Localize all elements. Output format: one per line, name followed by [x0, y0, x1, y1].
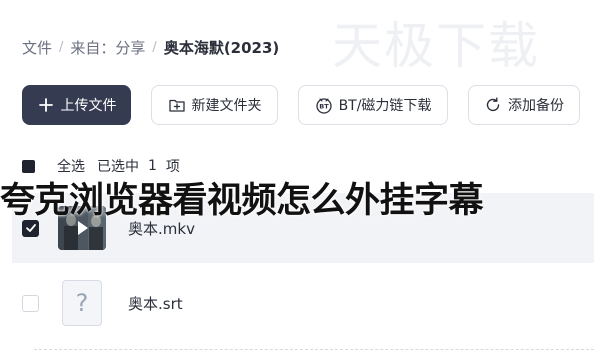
file-row[interactable]: ? 奥本.srt [12, 268, 594, 338]
breadcrumb-item-current-folder: 奥本海默(2023) [163, 38, 280, 57]
sync-icon [484, 96, 502, 114]
add-backup-button[interactable]: 添加备份 [468, 85, 580, 125]
bt-icon: BT [315, 96, 333, 114]
selection-bar: 全选 已选中 1 项 [22, 156, 180, 176]
breadcrumb: 文件 / 来自：分享 / 奥本海默(2023) [22, 36, 279, 58]
svg-text:BT: BT [319, 103, 329, 111]
selected-text: 已选中 [97, 159, 139, 175]
select-all-label[interactable]: 全选 [57, 156, 85, 176]
upload-button[interactable]: 上传文件 [22, 85, 131, 125]
select-all-checkbox[interactable] [22, 159, 35, 173]
bt-download-button[interactable]: BT BT/磁力链下载 [298, 85, 448, 125]
selected-count: 1 [148, 158, 157, 174]
breadcrumb-item-shared[interactable]: 来自：分享 [70, 37, 145, 58]
selected-unit: 项 [165, 159, 180, 175]
overlay-caption: 夸克浏览器看视频怎么外挂字幕 [0, 181, 484, 221]
breadcrumb-item-files[interactable]: 文件 [22, 37, 52, 58]
breadcrumb-separator: / [59, 39, 64, 55]
row-checkbox[interactable] [22, 294, 39, 312]
upload-button-label: 上传文件 [60, 98, 117, 114]
breadcrumb-separator: / [152, 39, 157, 55]
folder-plus-icon [168, 96, 186, 114]
divider [34, 349, 594, 350]
file-name[interactable]: 奥本.srt [128, 293, 183, 314]
watermark: 天极下载 [332, 17, 540, 75]
bt-download-button-label: BT/磁力链下载 [338, 98, 432, 114]
subtitle-file-icon[interactable]: ? [62, 280, 102, 326]
plus-icon [37, 96, 55, 114]
add-backup-button-label: 添加备份 [508, 98, 564, 114]
new-folder-button[interactable]: 新建文件夹 [151, 85, 278, 125]
new-folder-button-label: 新建文件夹 [191, 98, 262, 114]
question-mark-icon: ? [75, 289, 89, 317]
